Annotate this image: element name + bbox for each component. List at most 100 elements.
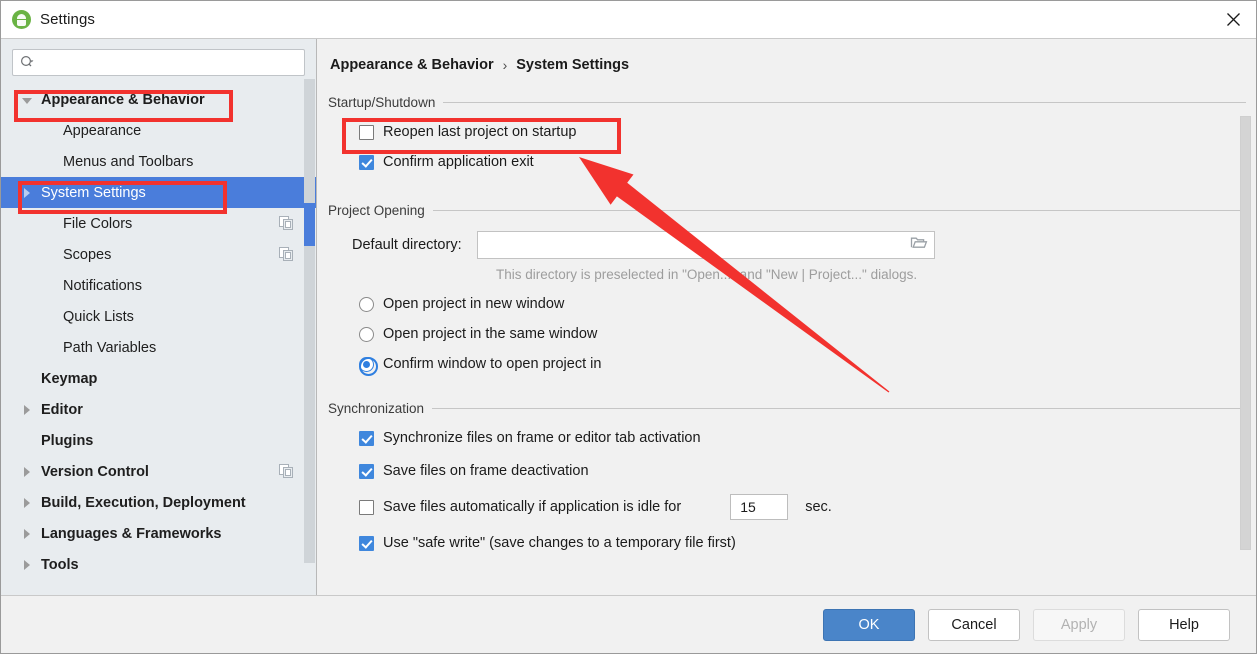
chevron-right-icon: › xyxy=(502,57,508,73)
sidebar-item-label: Tools xyxy=(41,556,79,573)
main-scrollbar-thumb[interactable] xyxy=(1240,116,1251,550)
reopen-last-project-checkbox[interactable] xyxy=(359,124,374,140)
copy-settings-icon[interactable] xyxy=(279,216,293,234)
settings-tree: Appearance & Behavior Appearance Menus and… xyxy=(1,84,316,595)
sidebar-item-scopes[interactable]: Scopes xyxy=(1,239,316,270)
settings-dialog: Settings Appearance & Behavior Appearanc… xyxy=(0,0,1257,654)
close-icon[interactable] xyxy=(1210,1,1256,38)
sidebar-item-label: Plugins xyxy=(41,432,94,449)
breadcrumb-current: System Settings xyxy=(516,57,630,73)
divider xyxy=(432,408,1246,409)
sidebar-item-label: System Settings xyxy=(41,184,146,201)
sidebar-item-label: Version Control xyxy=(41,463,149,480)
save-idle-row[interactable]: Save files automatically if application … xyxy=(328,492,1246,522)
save-on-deactivation-row[interactable]: Save files on frame deactivation xyxy=(328,456,1246,486)
search-input[interactable] xyxy=(40,54,297,71)
chevron-right-icon[interactable] xyxy=(19,557,35,573)
sidebar-item-keymap[interactable]: Keymap xyxy=(1,363,316,394)
sidebar-scrollbar-thumb[interactable] xyxy=(304,203,315,246)
default-directory-row: Default directory: xyxy=(328,231,1246,259)
open-new-window-row[interactable]: Open project in new window xyxy=(328,289,1246,319)
safe-write-label: Use "safe write" (save changes to a temp… xyxy=(383,535,736,551)
divider xyxy=(443,102,1246,103)
search-icon xyxy=(20,55,35,70)
project-opening-title-row: Project Opening xyxy=(328,203,1246,218)
confirm-window-radio[interactable] xyxy=(359,356,378,376)
default-directory-label: Default directory: xyxy=(352,237,462,253)
sidebar-item-file-colors[interactable]: File Colors xyxy=(1,208,316,239)
save-on-deactivation-checkbox[interactable] xyxy=(359,463,374,479)
sidebar-item-menus-and-toolbars[interactable]: Menus and Toolbars xyxy=(1,146,316,177)
chevron-right-icon[interactable] xyxy=(19,464,35,480)
sidebar-item-label: Quick Lists xyxy=(63,308,134,325)
sidebar-item-label: Scopes xyxy=(63,246,112,263)
sync-on-activation-checkbox[interactable] xyxy=(359,430,374,446)
sidebar-item-appearance[interactable]: Appearance xyxy=(1,115,316,146)
cancel-button[interactable]: Cancel xyxy=(928,608,1020,641)
sidebar-item-path-variables[interactable]: Path Variables xyxy=(1,332,316,363)
help-button[interactable]: Help xyxy=(1138,608,1230,641)
divider xyxy=(432,210,1246,211)
open-new-window-radio[interactable] xyxy=(359,296,374,312)
sidebar-item-editor[interactable]: Editor xyxy=(1,394,316,425)
reopen-last-project-row[interactable]: Reopen last project on startup xyxy=(328,117,1246,147)
window-title: Settings xyxy=(40,11,95,28)
open-same-window-label: Open project in the same window xyxy=(383,326,598,342)
copy-settings-icon[interactable] xyxy=(279,247,293,265)
breadcrumb-parent[interactable]: Appearance & Behavior xyxy=(330,57,494,73)
startup-shutdown-title: Startup/Shutdown xyxy=(328,95,436,110)
save-idle-label: Save files automatically if application … xyxy=(383,499,682,515)
android-studio-icon xyxy=(12,10,31,29)
sidebar-item-label: Appearance & Behavior xyxy=(41,91,205,108)
main-scrollbar-track[interactable] xyxy=(1240,39,1254,595)
open-same-window-radio[interactable] xyxy=(359,326,374,342)
folder-icon[interactable] xyxy=(910,235,928,255)
open-same-window-row[interactable]: Open project in the same window xyxy=(328,319,1246,349)
synchronization-title-row: Synchronization xyxy=(328,401,1246,416)
sidebar-item-label: Build, Execution, Deployment xyxy=(41,494,246,511)
sidebar-item-label: Path Variables xyxy=(63,339,157,356)
startup-shutdown-title-row: Startup/Shutdown xyxy=(328,95,1246,110)
default-directory-hint: This directory is preselected in "Open..… xyxy=(496,267,918,282)
idle-seconds-input[interactable] xyxy=(738,498,788,516)
sidebar-item-appearance-behavior[interactable]: Appearance & Behavior xyxy=(1,84,316,115)
sidebar-item-quick-lists[interactable]: Quick Lists xyxy=(1,301,316,332)
sidebar-item-notifications[interactable]: Notifications xyxy=(1,270,316,301)
chevron-down-icon[interactable] xyxy=(19,92,35,108)
sidebar-item-languages-frameworks[interactable]: Languages & Frameworks xyxy=(1,518,316,549)
sidebar-item-plugins[interactable]: Plugins xyxy=(1,425,316,456)
search-box[interactable] xyxy=(12,49,305,76)
default-directory-input[interactable] xyxy=(483,236,910,254)
dialog-body: Appearance & Behavior Appearance Menus and… xyxy=(1,38,1256,595)
sidebar-scrollbar-track[interactable] xyxy=(304,79,315,563)
confirm-exit-checkbox[interactable] xyxy=(359,154,374,170)
sidebar-item-system-settings[interactable]: System Settings xyxy=(1,177,316,208)
startup-shutdown-group: Startup/Shutdown Reopen last project on … xyxy=(328,95,1246,177)
copy-settings-icon[interactable] xyxy=(279,464,293,482)
sidebar-item-label: Menus and Toolbars xyxy=(63,153,194,170)
confirm-exit-label: Confirm application exit xyxy=(383,154,534,170)
title-bar: Settings xyxy=(1,1,1256,38)
sync-on-activation-row[interactable]: Synchronize files on frame or editor tab… xyxy=(328,423,1246,453)
save-idle-checkbox[interactable] xyxy=(359,499,374,515)
safe-write-checkbox[interactable] xyxy=(359,535,374,551)
sidebar-item-tools[interactable]: Tools xyxy=(1,549,316,580)
chevron-right-icon[interactable] xyxy=(19,402,35,418)
sync-on-activation-label: Synchronize files on frame or editor tab… xyxy=(383,430,701,446)
chevron-right-icon[interactable] xyxy=(19,495,35,511)
sidebar-item-build-execution-deployment[interactable]: Build, Execution, Deployment xyxy=(1,487,316,518)
chevron-right-icon[interactable] xyxy=(19,526,35,542)
idle-seconds-field[interactable] xyxy=(730,494,789,520)
default-directory-field[interactable] xyxy=(476,231,935,259)
ok-button[interactable]: OK xyxy=(823,608,915,641)
safe-write-row[interactable]: Use "safe write" (save changes to a temp… xyxy=(328,528,1246,558)
confirm-exit-row[interactable]: Confirm application exit xyxy=(328,147,1246,177)
open-new-window-label: Open project in new window xyxy=(383,296,565,312)
dialog-footer: OK Cancel Apply Help xyxy=(1,595,1256,653)
sidebar-item-version-control[interactable]: Version Control xyxy=(1,456,316,487)
chevron-right-icon[interactable] xyxy=(19,185,35,201)
confirm-window-row[interactable]: Confirm window to open project in xyxy=(328,349,1246,379)
